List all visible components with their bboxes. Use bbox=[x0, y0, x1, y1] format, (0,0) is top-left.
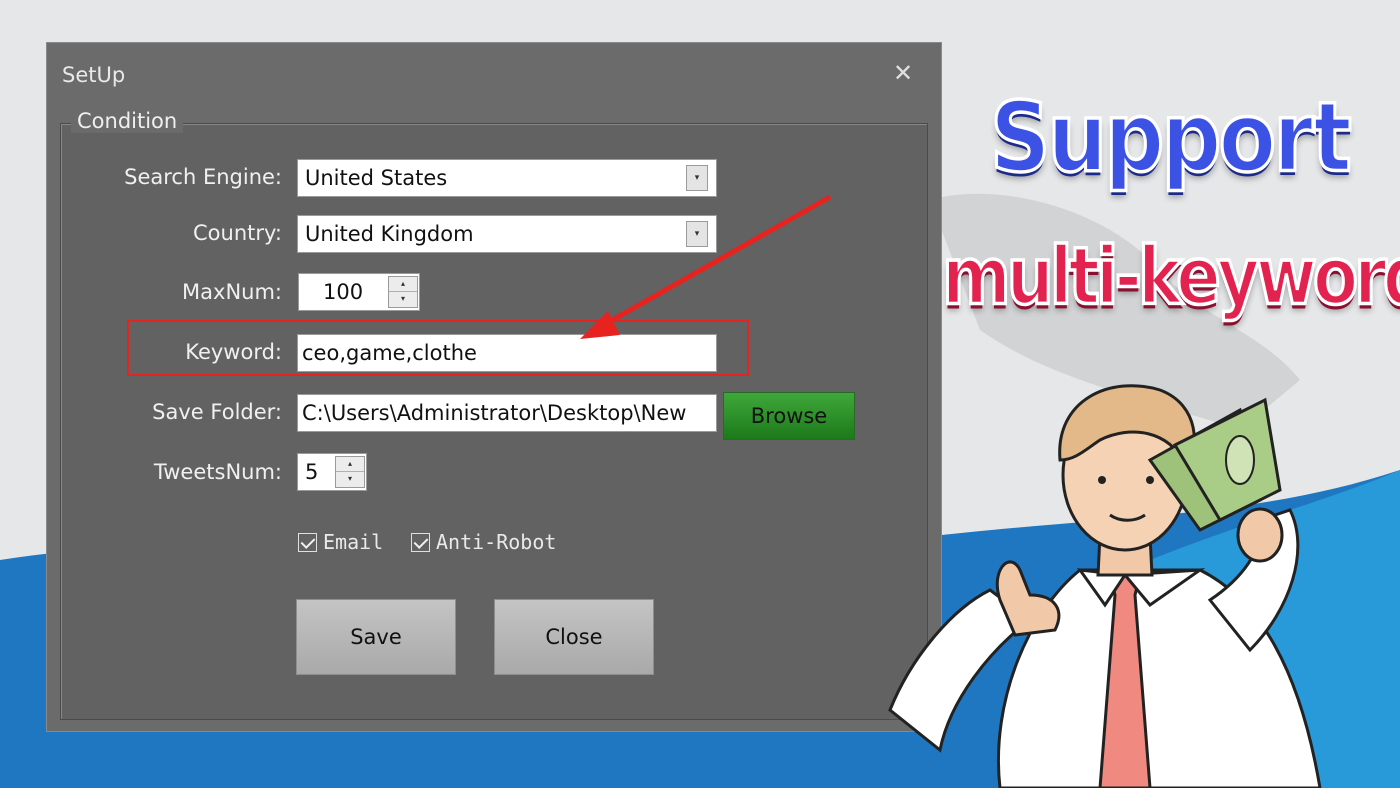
tweetsnum-stepper[interactable]: ▴ ▾ bbox=[335, 456, 365, 488]
save-button[interactable]: Save bbox=[296, 599, 456, 675]
dialog-title: SetUp bbox=[62, 63, 126, 87]
save-folder-input[interactable]: C:\Users\Administrator\Desktop\New bbox=[297, 394, 717, 432]
promo-headline: Support bbox=[989, 79, 1354, 195]
checkmark-icon bbox=[411, 533, 430, 552]
promo-subheadline: multi-keyword bbox=[941, 229, 1400, 325]
tweetsnum-label: TweetsNum: bbox=[153, 460, 282, 484]
maxnum-stepper[interactable]: ▴ ▾ bbox=[388, 276, 418, 308]
anti-robot-checkbox[interactable]: Anti-Robot bbox=[411, 530, 556, 554]
keyword-label: Keyword: bbox=[185, 340, 282, 364]
close-icon[interactable]: ✕ bbox=[893, 59, 913, 87]
person-illustration bbox=[888, 384, 1322, 788]
arrow-icon bbox=[580, 194, 832, 339]
email-checkbox[interactable]: Email bbox=[298, 530, 383, 554]
country-label: Country: bbox=[193, 221, 282, 245]
close-button[interactable]: Close bbox=[494, 599, 654, 675]
save-folder-label: Save Folder: bbox=[152, 400, 282, 424]
search-engine-label: Search Engine: bbox=[124, 165, 282, 189]
checkmark-icon bbox=[298, 533, 317, 552]
maxnum-label: MaxNum: bbox=[182, 280, 282, 304]
group-caption: Condition bbox=[71, 109, 184, 133]
browse-button[interactable]: Browse bbox=[723, 392, 855, 440]
